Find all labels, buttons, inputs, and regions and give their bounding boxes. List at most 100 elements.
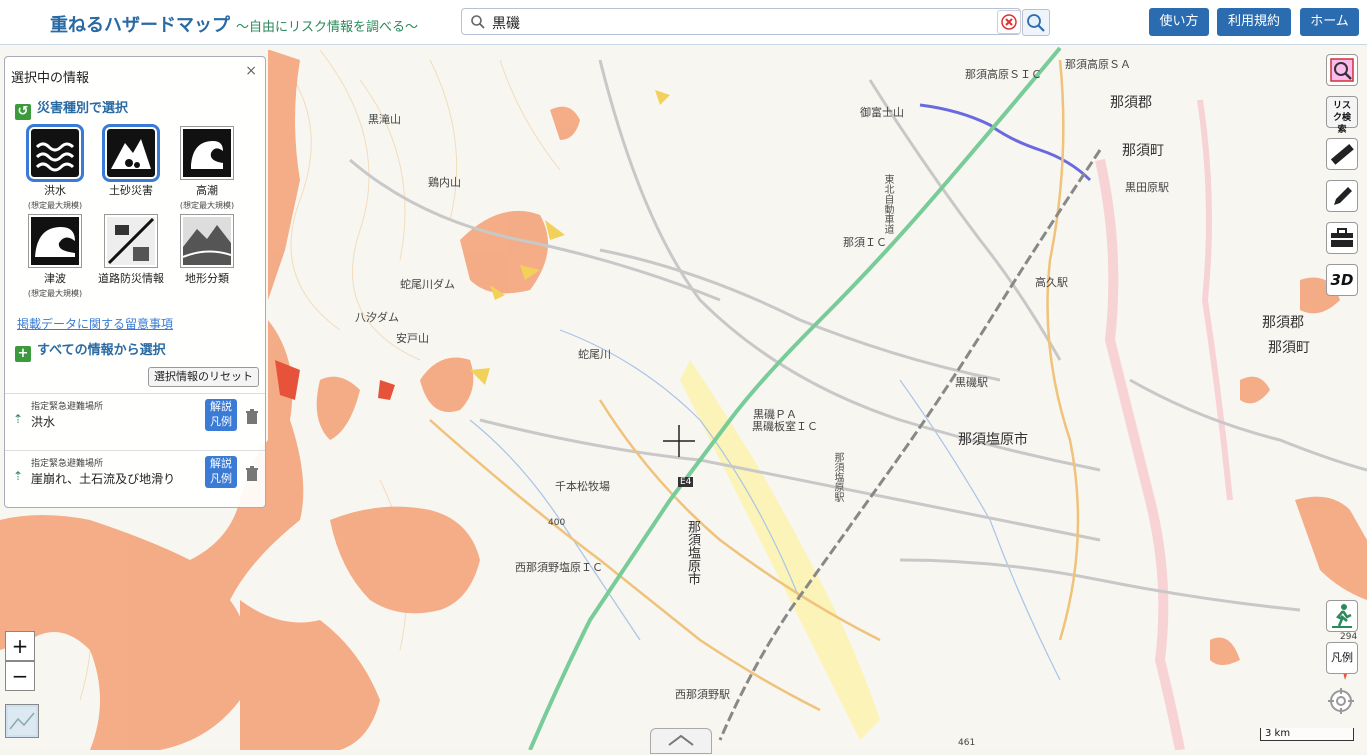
3d-label: 3D: [1330, 271, 1354, 289]
home-button[interactable]: ホーム: [1300, 8, 1359, 36]
place-label: 那須郡: [1110, 95, 1152, 111]
crosshair-icon: [1328, 688, 1354, 714]
place-label: 西那須野塩原ＩＣ: [515, 561, 603, 574]
legend-button[interactable]: 解説 凡例: [205, 399, 237, 431]
place-label: 黒田原駅: [1125, 181, 1169, 194]
landslide-icon: [102, 124, 160, 182]
road-label: 東北自動車道: [882, 174, 893, 234]
clear-search-button[interactable]: [997, 10, 1021, 34]
hazard-storm-surge[interactable]: 高潮 (想定最大規模): [169, 126, 245, 211]
list-item[interactable]: ⇡ 指定緊急避難場所 洪水 解説 凡例: [5, 393, 265, 450]
zoom-out-button[interactable]: −: [5, 661, 35, 691]
panel-title: 選択中の情報: [11, 71, 90, 86]
terrain-icon: [180, 214, 234, 268]
bottom-panel-toggle[interactable]: [650, 728, 712, 754]
search-button[interactable]: [1022, 9, 1050, 36]
hazard-sub: (想定最大規模): [179, 201, 235, 210]
locate-tool[interactable]: [1326, 686, 1358, 718]
search-box: [461, 8, 1021, 35]
hazard-flood[interactable]: 洪水 (想定最大規模): [17, 124, 93, 211]
place-label: 那須塩原市: [685, 520, 700, 585]
place-label: 那須郡: [1262, 315, 1304, 331]
app-title[interactable]: 重ねるハザードマップ: [50, 11, 230, 37]
hazard-tsunami[interactable]: 津波 (想定最大規模): [17, 214, 93, 299]
ruler-icon: [1330, 143, 1354, 165]
storm-surge-icon: [180, 126, 234, 180]
risk-search-label: リスク検索: [1332, 101, 1351, 135]
risk-search-tool[interactable]: リスク検索: [1326, 96, 1358, 135]
all-info-heading[interactable]: + すべての情報から選択: [15, 339, 166, 362]
trash-icon[interactable]: [245, 409, 259, 425]
map-select-tool[interactable]: [1326, 54, 1358, 86]
search-icon: [471, 15, 485, 29]
place-label: 御富士山: [860, 106, 904, 119]
place-label: 黒磯駅: [955, 376, 988, 389]
hazard-landslide[interactable]: 土砂災害: [93, 124, 169, 198]
evacuation-tool[interactable]: [1326, 600, 1358, 632]
by-type-heading-label: 災害種別で選択: [37, 101, 129, 116]
place-label: 黒磯板室ＩＣ: [752, 420, 818, 433]
hazard-name: 津波: [44, 272, 66, 285]
evacuation-icon: ⇡: [13, 412, 24, 426]
by-type-heading[interactable]: ↺ 災害種別で選択: [15, 97, 128, 120]
3d-view-tool[interactable]: 3D: [1326, 264, 1358, 296]
panel-close-button[interactable]: ×: [245, 63, 257, 79]
place-label: 八汐ダム: [355, 311, 399, 324]
place-label: 那須町: [1268, 340, 1310, 356]
app-subtitle: 〜自由にリスク情報を調べる〜: [236, 20, 419, 35]
hazard-name: 道路防災情報: [98, 272, 164, 285]
basemap-icon: [8, 707, 36, 735]
road-icon: [104, 214, 158, 268]
help-button[interactable]: 使い方: [1149, 8, 1209, 36]
all-info-heading-label: すべての情報から選択: [37, 343, 166, 358]
place-label: 那須高原ＳＩＣ: [965, 68, 1042, 81]
route-shield: 294: [1340, 632, 1358, 642]
legend-button[interactable]: 解説 凡例: [205, 456, 237, 488]
basemap-switch-button[interactable]: [5, 704, 39, 738]
running-person-icon: [1332, 604, 1352, 628]
place-label: 那須ＩＣ: [843, 236, 887, 249]
hazard-name: 地形分類: [185, 272, 229, 285]
magnifier-icon: [1330, 58, 1354, 82]
trash-icon[interactable]: [245, 466, 259, 482]
toolbox-tool[interactable]: [1326, 222, 1358, 254]
flood-icon: [26, 124, 84, 182]
place-label: 西那須野駅: [675, 688, 730, 701]
legend-line: 凡例: [210, 415, 232, 428]
pencil-icon: [1334, 187, 1352, 205]
draw-tool[interactable]: [1326, 180, 1358, 212]
place-label: 安戸山: [396, 332, 429, 345]
search-input[interactable]: [490, 12, 994, 34]
map-center-crosshair: [663, 425, 695, 457]
hazard-name: 洪水: [44, 184, 66, 197]
hazard-road[interactable]: 道路防災情報: [93, 214, 169, 286]
legend-line: 解説: [210, 457, 232, 470]
route-shield: E4: [678, 477, 694, 487]
arrow-icon: ↺: [15, 104, 31, 120]
place-label: 那須高原ＳＡ: [1065, 58, 1131, 71]
zoom-in-button[interactable]: +: [5, 631, 35, 661]
item-category: 指定緊急避難場所: [31, 459, 104, 469]
place-label: 蛇尾川ダム: [400, 278, 455, 291]
place-label: 那須塩原市: [958, 432, 1028, 448]
hazard-name: 高潮: [196, 184, 218, 197]
place-label: 那須塩原駅: [832, 452, 843, 502]
hazard-sub: (想定最大規模): [27, 289, 83, 298]
terms-button[interactable]: 利用規約: [1217, 8, 1291, 36]
reset-selection-button[interactable]: 選択情報のリセット: [148, 367, 259, 387]
clear-icon: [1001, 14, 1017, 30]
data-notes-link[interactable]: 掲載データに関する留意事項: [17, 315, 173, 332]
place-label: 高久駅: [1035, 276, 1068, 289]
legend-label: 凡例: [1331, 651, 1353, 664]
plus-icon: +: [15, 346, 31, 362]
chevron-up-icon: [668, 734, 694, 746]
item-category: 指定緊急避難場所: [31, 402, 104, 412]
list-item[interactable]: ⇡ 指定緊急避難場所 崖崩れ、土石流及び地滑り 解説 凡例: [5, 450, 265, 507]
evacuation-icon: ⇡: [13, 469, 24, 483]
legend-tool[interactable]: 凡例: [1326, 642, 1358, 674]
hazard-terrain[interactable]: 地形分類: [169, 214, 245, 286]
hazard-sub: (想定最大規模): [27, 201, 83, 210]
measure-tool[interactable]: [1326, 138, 1358, 170]
place-label: 千本松牧場: [555, 480, 610, 493]
place-label: 蛇尾川: [578, 348, 611, 361]
